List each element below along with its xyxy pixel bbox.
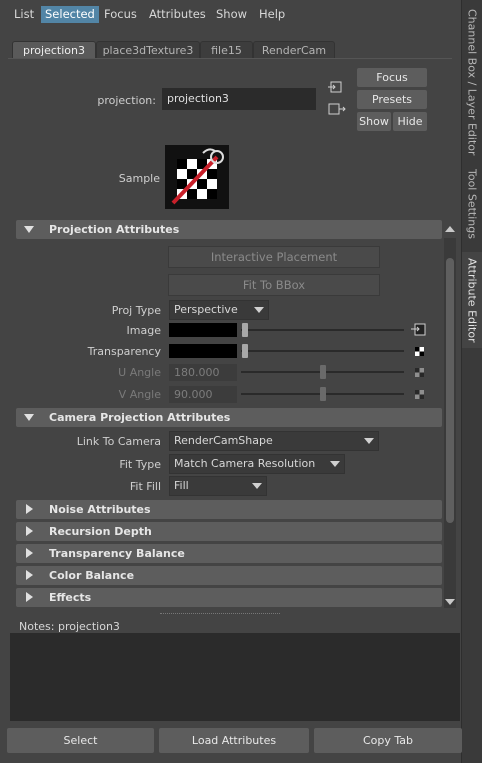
fit-fill-value: Fill: [174, 479, 189, 492]
fit-type-label: Fit Type: [119, 458, 161, 471]
scroll-down-icon[interactable]: [445, 599, 455, 605]
v-angle-field[interactable]: 90.000: [169, 386, 237, 403]
recursion-depth-header[interactable]: Recursion Depth: [16, 522, 442, 541]
side-tab-label: Attribute Editor: [465, 257, 479, 343]
tab-projection3[interactable]: projection3: [12, 41, 96, 59]
fit-fill-dropdown[interactable]: Fill: [169, 476, 267, 496]
image-color-swatch[interactable]: [169, 323, 237, 337]
fit-fill-label: Fit Fill: [129, 480, 161, 493]
notes-textarea[interactable]: [10, 633, 460, 721]
chevron-down-icon: [364, 438, 374, 444]
tab-place3dtexture3[interactable]: place3dTexture3: [96, 41, 200, 59]
node-name-field[interactable]: projection3: [162, 88, 316, 110]
menu-help[interactable]: Help: [255, 6, 289, 23]
chevron-down-icon: [252, 483, 262, 489]
section-title: Effects: [49, 591, 92, 604]
transparency-balance-header[interactable]: Transparency Balance: [16, 544, 442, 563]
section-title: Recursion Depth: [49, 525, 152, 538]
section-title: Projection Attributes: [49, 223, 180, 236]
menu-list[interactable]: List: [10, 6, 38, 23]
scrollbar-thumb[interactable]: [446, 258, 454, 523]
notes-node-name: projection3: [57, 620, 120, 633]
link-to-camera-label: Link To Camera: [76, 435, 161, 448]
side-tab-channel-box[interactable]: Channel Box / Layer Editor: [462, 8, 482, 156]
proj-type-label: Proj Type: [111, 304, 161, 317]
collapse-arrow-icon: [26, 592, 33, 602]
u-angle-slider-handle[interactable]: [320, 365, 326, 379]
collapse-arrow-icon: [26, 548, 33, 558]
show-button[interactable]: Show: [357, 112, 391, 131]
tab-divider: [8, 58, 452, 59]
side-tab-attribute-editor[interactable]: Attribute Editor: [462, 252, 482, 348]
fit-type-value: Match Camera Resolution: [174, 457, 316, 470]
proj-type-value: Perspective: [174, 303, 238, 316]
checker-map-icon[interactable]: [415, 389, 424, 399]
chevron-down-icon: [330, 461, 340, 467]
hide-button[interactable]: Hide: [393, 112, 427, 131]
transparency-color-swatch[interactable]: [169, 344, 237, 358]
projection-attributes-header[interactable]: Projection Attributes: [16, 220, 442, 239]
transparency-slider-handle[interactable]: [242, 344, 248, 358]
sample-label: Sample: [118, 172, 160, 185]
menu-focus[interactable]: Focus: [100, 6, 141, 23]
output-connections-icon[interactable]: [328, 102, 346, 116]
notes-label: Notes:: [19, 620, 55, 633]
input-connections-icon[interactable]: [328, 80, 344, 94]
effects-header[interactable]: Effects: [16, 588, 442, 607]
image-slider-handle[interactable]: [242, 323, 248, 337]
select-button[interactable]: Select: [7, 728, 154, 753]
chevron-down-icon: [254, 307, 264, 313]
transparency-label: Transparency: [87, 345, 161, 358]
v-angle-label: V Angle: [118, 388, 161, 401]
collapse-arrow-icon: [26, 504, 33, 514]
link-to-camera-dropdown[interactable]: RenderCamShape: [169, 431, 379, 451]
sample-swatch: [165, 145, 229, 209]
interactive-placement-button[interactable]: Interactive Placement: [168, 246, 380, 268]
node-name-label: projection:: [97, 94, 156, 107]
image-slider-track[interactable]: [241, 329, 404, 331]
expand-icon: [24, 414, 34, 421]
v-angle-slider-handle[interactable]: [320, 387, 326, 401]
section-title: Noise Attributes: [49, 503, 151, 516]
menu-selected[interactable]: Selected: [41, 6, 99, 23]
fit-type-dropdown[interactable]: Match Camera Resolution: [169, 454, 345, 474]
side-tab-label: Channel Box / Layer Editor: [465, 8, 479, 156]
presets-button[interactable]: Presets: [357, 90, 427, 109]
tab-file15[interactable]: file15: [200, 41, 253, 59]
side-tab-label: Tool Settings: [465, 169, 479, 239]
splitter-handle[interactable]: [160, 613, 280, 616]
scroll-up-icon[interactable]: [445, 226, 455, 232]
copy-tab-button[interactable]: Copy Tab: [314, 728, 462, 753]
proj-type-dropdown[interactable]: Perspective: [169, 300, 269, 320]
load-attributes-button[interactable]: Load Attributes: [159, 728, 309, 753]
image-label: Image: [126, 324, 161, 337]
side-tab-tool-settings[interactable]: Tool Settings: [462, 166, 482, 242]
checker-map-icon[interactable]: [415, 346, 424, 356]
notes-header: Notes: projection3: [19, 620, 120, 633]
checker-map-icon[interactable]: [415, 367, 424, 377]
collapse-arrow-icon: [26, 570, 33, 580]
expand-icon: [24, 226, 34, 233]
color-balance-header[interactable]: Color Balance: [16, 566, 442, 585]
u-angle-label: U Angle: [118, 366, 161, 379]
fit-to-bbox-button[interactable]: Fit To BBox: [168, 274, 380, 296]
focus-button[interactable]: Focus: [357, 68, 427, 87]
noise-attributes-header[interactable]: Noise Attributes: [16, 500, 442, 519]
u-angle-field[interactable]: 180.000: [169, 364, 237, 381]
menu-bar: List Selected Focus Attributes Show Help: [0, 0, 460, 28]
collapse-arrow-icon: [26, 526, 33, 536]
section-title: Transparency Balance: [49, 547, 185, 560]
transparency-slider-track[interactable]: [241, 350, 404, 352]
camera-projection-attributes-header[interactable]: Camera Projection Attributes: [16, 408, 442, 427]
tab-rendercam[interactable]: RenderCam: [253, 41, 335, 59]
menu-show[interactable]: Show: [212, 6, 251, 23]
section-title: Color Balance: [49, 569, 135, 582]
link-to-camera-value: RenderCamShape: [174, 434, 273, 447]
section-title: Camera Projection Attributes: [49, 411, 231, 424]
menu-attributes[interactable]: Attributes: [145, 6, 210, 23]
map-texture-icon[interactable]: [411, 323, 427, 337]
